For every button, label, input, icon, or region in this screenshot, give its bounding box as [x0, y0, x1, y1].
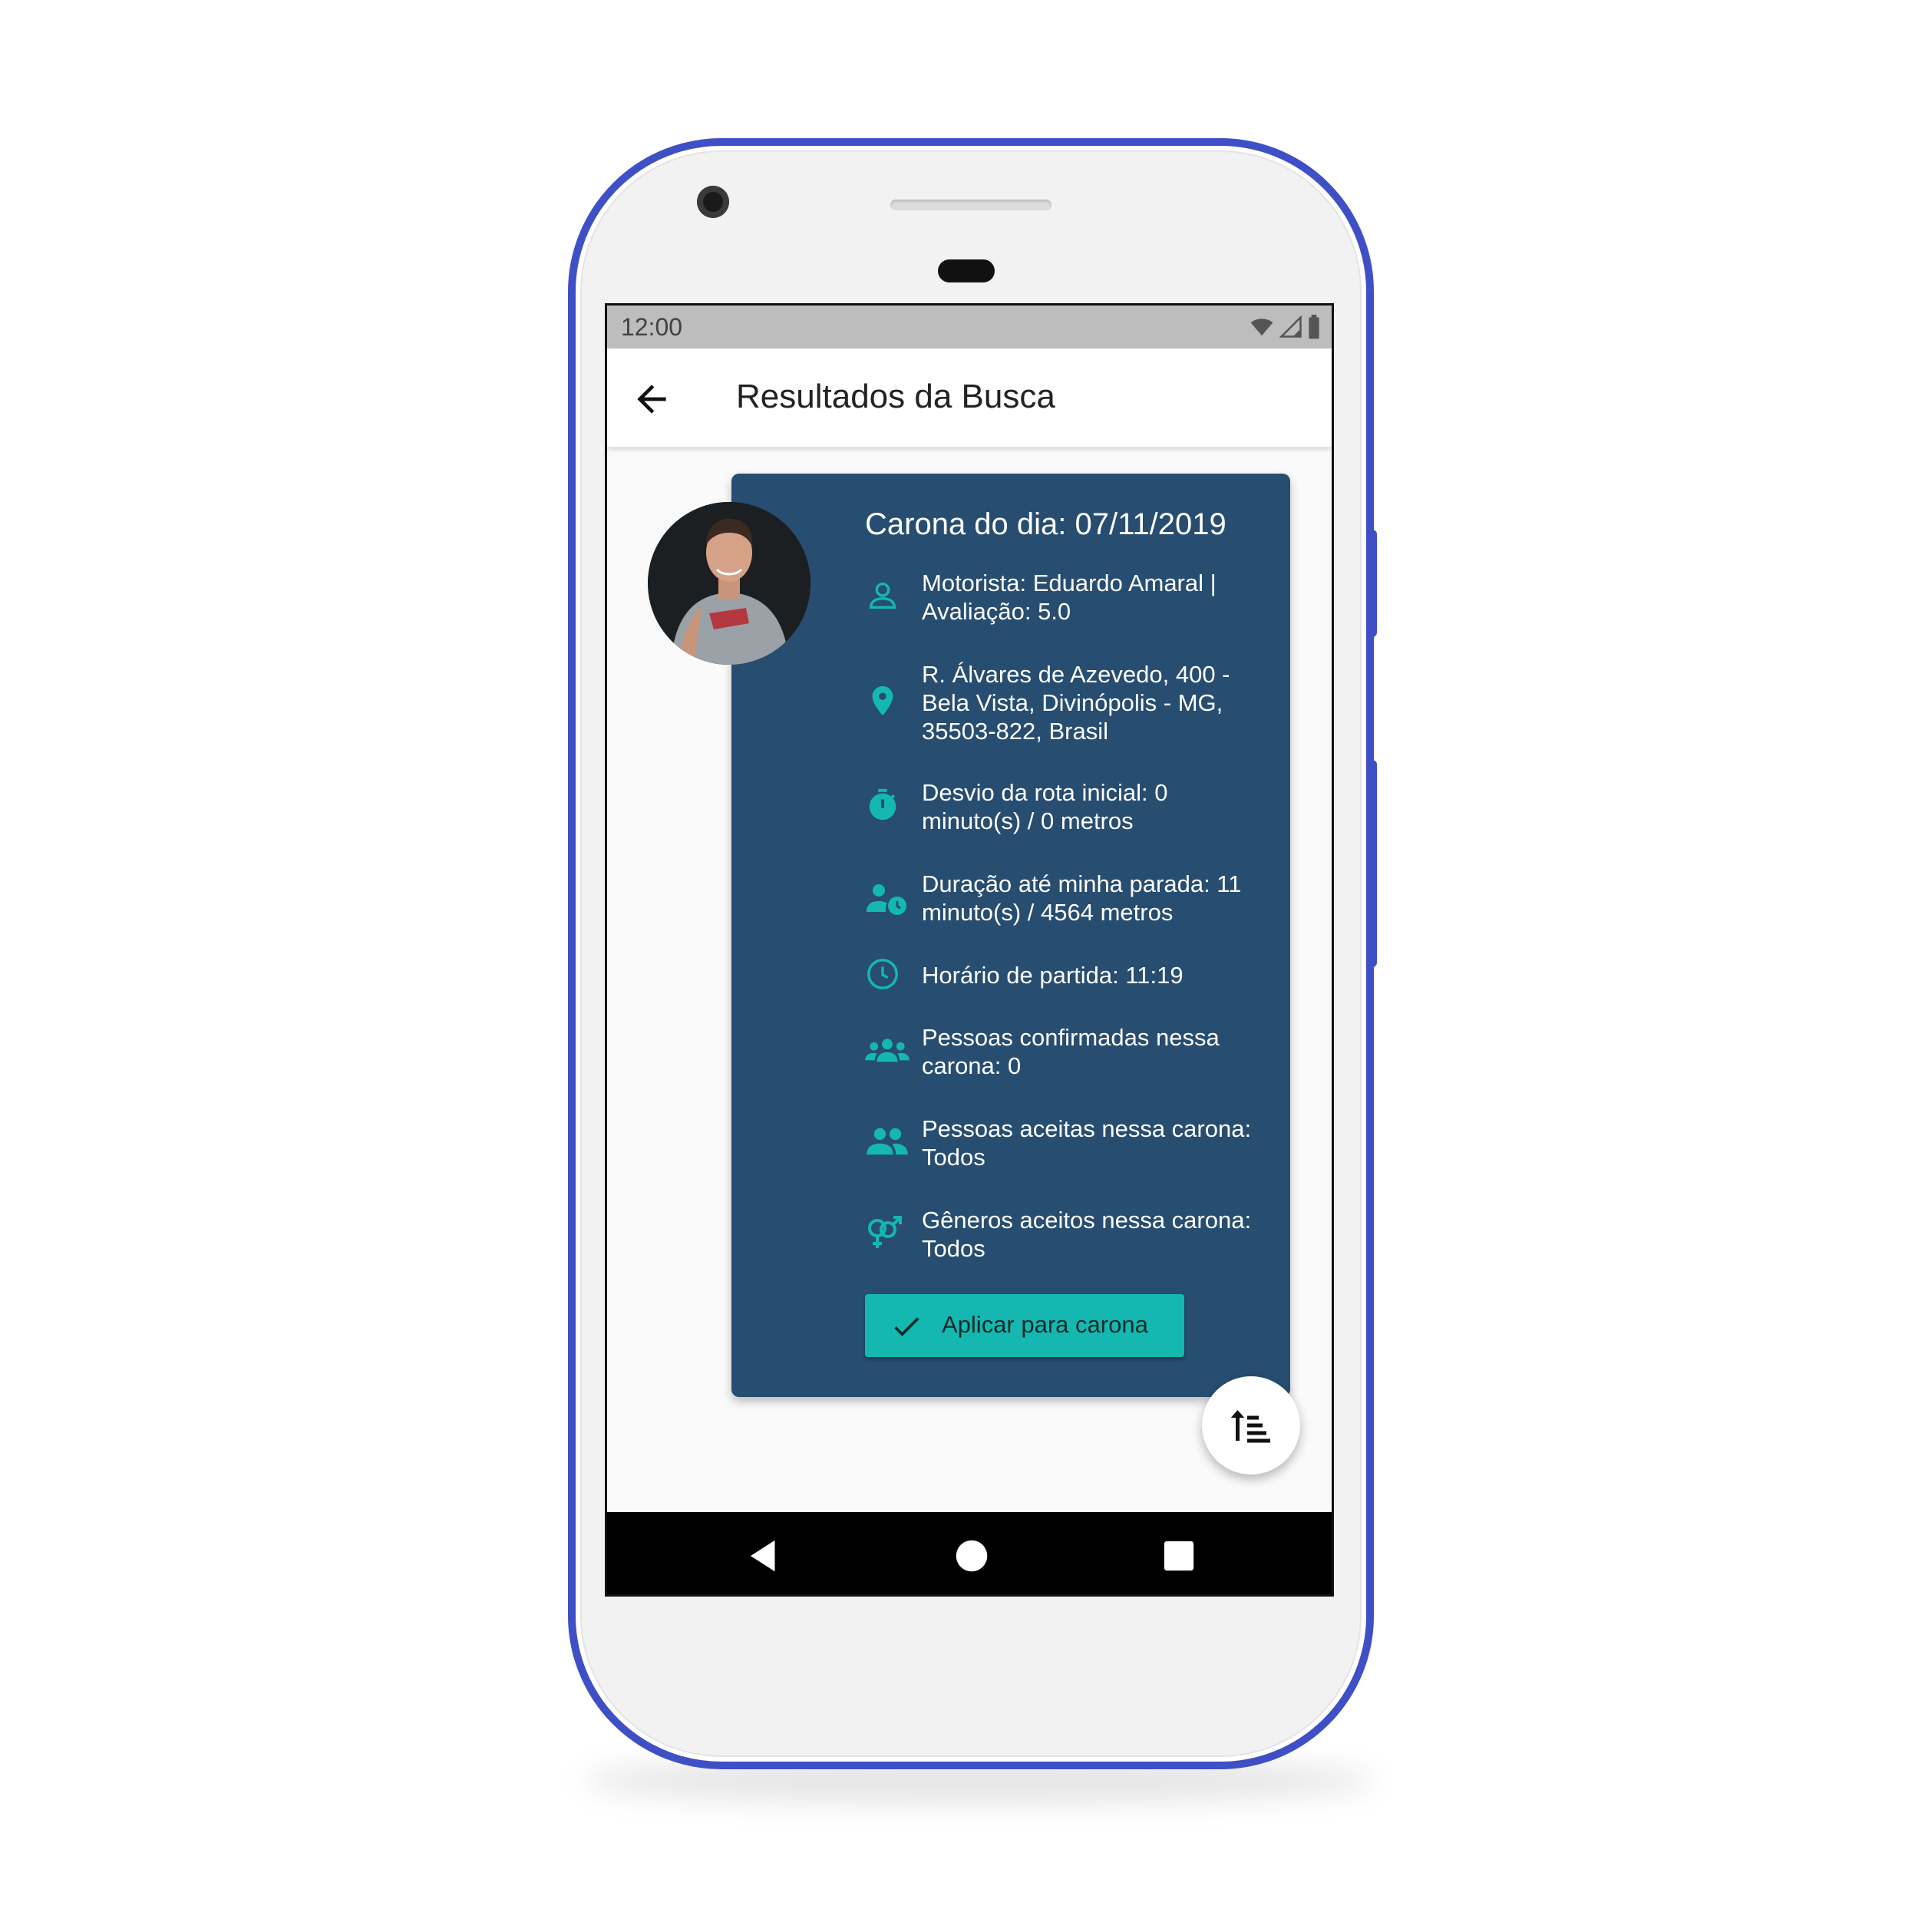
row-text: Horário de partida: 11:19	[922, 962, 1184, 989]
gender-icon	[868, 1216, 902, 1248]
row-text: Pessoas aceitas nessa carona: Todos	[922, 1115, 1252, 1171]
timer-icon	[869, 788, 896, 821]
app-bar: Resultados da Busca	[607, 348, 1332, 447]
front-camera	[697, 186, 729, 218]
page-title: Resultados da Busca	[736, 378, 1055, 415]
driver-avatar	[648, 502, 810, 665]
screen: 12:00 Resultados da Busca Carona do dia:…	[605, 303, 1334, 1597]
people-icon	[867, 1128, 908, 1155]
nav-back-button[interactable]	[744, 1535, 785, 1577]
cellular-signal-icon	[1279, 315, 1302, 338]
row-text: Gêneros aceitos nessa carona: Todos	[922, 1207, 1252, 1262]
triangle-back-icon	[751, 1540, 775, 1572]
proximity-sensor	[938, 259, 995, 282]
circle-home-icon	[956, 1540, 988, 1572]
person-clock-icon	[867, 884, 906, 915]
battery-icon	[1309, 315, 1319, 339]
sort-ascending-icon	[1230, 1410, 1270, 1443]
row-text: Pessoas confirmadas nessa carona: 0	[922, 1024, 1220, 1079]
row-text: Motorista: Eduardo Amaral | Avaliação: 5…	[922, 570, 1217, 625]
status-icons	[1249, 315, 1321, 339]
driver-photo	[648, 502, 810, 665]
apply-ride-button[interactable]: Aplicar para carona	[865, 1294, 1184, 1357]
group-icon	[865, 1039, 910, 1062]
stage: 12:00 Resultados da Busca Carona do dia:…	[0, 0, 1928, 1932]
arrow-back-icon	[637, 385, 666, 414]
status-bar: 12:00	[607, 305, 1332, 348]
navigation-bar	[607, 1512, 1332, 1594]
row-text: Duração até minha parada: 11 minuto(s) /…	[922, 870, 1242, 926]
back-button[interactable]	[630, 378, 673, 421]
phone-frame: 12:00 Resultados da Busca Carona do dia:…	[568, 138, 1374, 1769]
ride-card: Carona do dia: 07/11/2019 Motorista: Edu…	[731, 474, 1290, 1397]
apply-button-label: Aplicar para carona	[942, 1311, 1148, 1338]
row-text: R. Álvares de Azevedo, 400 - Bela Vista,…	[922, 661, 1230, 745]
sort-fab[interactable]	[1202, 1376, 1300, 1475]
nav-home-button[interactable]	[951, 1535, 992, 1577]
wifi-icon	[1250, 319, 1273, 336]
row-text: Desvio da rota inicial: 0 minuto(s) / 0 …	[922, 779, 1168, 834]
check-icon	[894, 1317, 919, 1336]
square-recents-icon	[1164, 1541, 1194, 1571]
card-title: Carona do dia: 07/11/2019	[865, 507, 1226, 541]
status-time: 12:00	[621, 313, 683, 341]
nav-recents-button[interactable]	[1158, 1535, 1200, 1577]
clock-icon	[867, 959, 898, 989]
earpiece-speaker	[890, 200, 1051, 210]
person-outline-icon	[869, 582, 896, 609]
location-pin-icon	[872, 685, 893, 716]
